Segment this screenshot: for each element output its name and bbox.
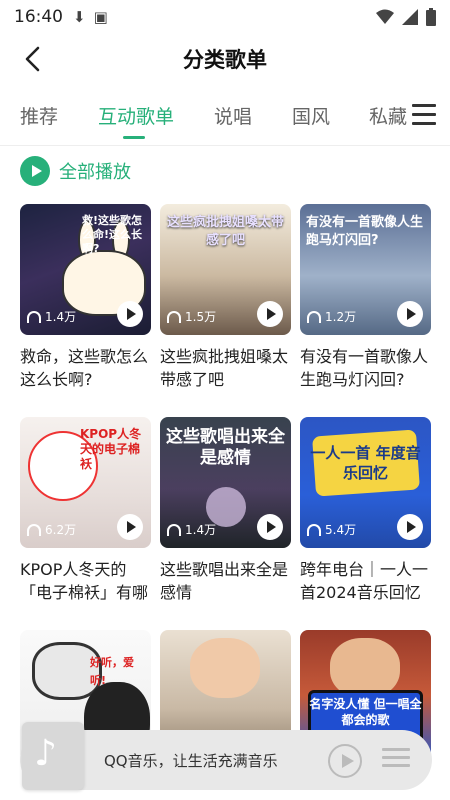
active-tab-indicator	[123, 136, 145, 139]
playlist-title: KPOP人冬天的「电子棉袄」有哪	[20, 560, 149, 602]
tab-private-collection[interactable]: 私藏	[369, 102, 407, 129]
headphones-icon	[27, 523, 41, 536]
playlist-card[interactable]: 救!这些歌怎么命!这么长啊? 1.4万 救命，这些歌怎么这么长啊?	[20, 204, 151, 391]
wifi-icon	[376, 9, 394, 24]
category-tabs: 推荐 互动歌单 说唱 国风 私藏	[0, 96, 450, 142]
play-icon[interactable]	[397, 514, 423, 540]
player-play-icon[interactable]	[328, 744, 362, 778]
music-note-icon: ♪	[34, 733, 57, 774]
play-count: 1.2万	[307, 308, 356, 325]
playlist-cover: 一人一首 年度音乐回忆 5.4万	[300, 417, 431, 548]
play-icon[interactable]	[397, 301, 423, 327]
headphones-icon	[167, 523, 181, 536]
status-bar: 16:40 ⬇ ▣	[0, 0, 450, 34]
battery-icon	[426, 8, 436, 26]
playlist-title: 有没有一首歌像人生跑马灯闪回?	[300, 347, 429, 389]
play-count: 1.5万	[167, 308, 216, 325]
playlist-cover: 这些疯批拽姐嗓太带感了吧 1.5万	[160, 204, 291, 335]
playlist-title: 这些歌唱出来全是感情	[160, 560, 289, 602]
headphones-icon	[167, 310, 181, 323]
playlist-title: 跨年电台｜一人一首2024音乐回忆	[300, 560, 429, 602]
headphones-icon	[307, 310, 321, 323]
playlist-title: 这些疯批拽姐嗓太带感了吧	[160, 347, 289, 389]
play-count-value: 1.4万	[45, 310, 77, 324]
play-count: 1.4万	[27, 308, 76, 325]
portrait-illustration	[330, 638, 400, 698]
tab-recommend[interactable]: 推荐	[20, 102, 58, 129]
play-count-value: 1.4万	[185, 523, 217, 537]
playlist-cover: KPOP人冬天的电子棉袄 6.2万	[20, 417, 151, 548]
status-time: 16:40	[14, 7, 63, 27]
playlist-card[interactable]: 这些疯批拽姐嗓太带感了吧 1.5万 这些疯批拽姐嗓太带感了吧	[160, 204, 291, 391]
play-count: 1.4万	[167, 521, 216, 538]
play-icon[interactable]	[257, 514, 283, 540]
play-count-value: 1.5万	[185, 310, 217, 324]
play-count-value: 1.2万	[325, 310, 357, 324]
cover-text: 这些疯批拽姐嗓太带感了吧	[166, 215, 284, 248]
playlist-cover: 有没有一首歌像人生跑马灯闪回? 1.2万	[300, 204, 431, 335]
album-art[interactable]: ♪	[22, 722, 84, 790]
play-icon[interactable]	[117, 301, 143, 327]
player-slogan: QQ音乐，让生活充满音乐	[104, 752, 278, 770]
headphones-icon	[27, 310, 41, 323]
play-all-button[interactable]: 全部播放	[20, 155, 131, 187]
play-count-value: 6.2万	[45, 523, 77, 537]
tab-guofeng[interactable]: 国风	[292, 102, 330, 129]
cover-text: 这些歌唱出来全是感情	[166, 427, 285, 468]
cover-text: 救!这些歌怎么命!这么长啊?	[82, 214, 143, 255]
playlist-cover: 这些歌唱出来全是感情 1.4万	[160, 417, 291, 548]
cover-text: 有没有一首歌像人生跑马灯闪回?	[306, 215, 424, 248]
play-icon[interactable]	[117, 514, 143, 540]
tabs-divider	[0, 145, 450, 146]
playlist-card[interactable]: 一人一首 年度音乐回忆 5.4万 跨年电台｜一人一首2024音乐回忆	[300, 417, 431, 604]
download-icon: ⬇	[73, 8, 86, 26]
playlist-card[interactable]: KPOP人冬天的电子棉袄 6.2万 KPOP人冬天的「电子棉袄」有哪	[20, 417, 151, 604]
tab-rap[interactable]: 说唱	[214, 102, 252, 129]
tab-interactive-playlists[interactable]: 互动歌单	[98, 102, 174, 129]
page-title: 分类歌单	[183, 48, 267, 72]
play-circle-icon	[20, 156, 50, 186]
play-count: 6.2万	[27, 521, 76, 538]
playlist-card[interactable]: 有没有一首歌像人生跑马灯闪回? 1.2万 有没有一首歌像人生跑马灯闪回?	[300, 204, 431, 391]
headphones-icon	[307, 523, 321, 536]
mini-player[interactable]: ♪ QQ音乐，让生活充满音乐	[20, 722, 432, 790]
portrait-illustration	[190, 638, 260, 698]
cover-text: KPOP人冬天的电子棉袄	[80, 427, 142, 471]
notification-a-icon: ▣	[93, 8, 108, 26]
play-count-value: 5.4万	[325, 523, 357, 537]
cover-text: 好听，爱听!	[90, 656, 134, 687]
cover-text: 名字没人懂 但一唱全都会的歌	[309, 697, 422, 727]
cover-text: 一人一首 年度音乐回忆	[310, 444, 421, 482]
header-bar: 分类歌单	[0, 34, 450, 84]
playlist-queue-icon[interactable]	[382, 748, 410, 774]
tab-menu-icon[interactable]	[412, 104, 436, 126]
signal-icon	[402, 9, 418, 25]
play-all-label: 全部播放	[59, 162, 131, 183]
playlist-cover: 救!这些歌怎么命!这么长啊? 1.4万	[20, 204, 151, 335]
play-icon[interactable]	[257, 301, 283, 327]
playlist-title: 救命，这些歌怎么这么长啊?	[20, 347, 149, 389]
play-count: 5.4万	[307, 521, 356, 538]
playlist-card[interactable]: 这些歌唱出来全是感情 1.4万 这些歌唱出来全是感情	[160, 417, 291, 604]
